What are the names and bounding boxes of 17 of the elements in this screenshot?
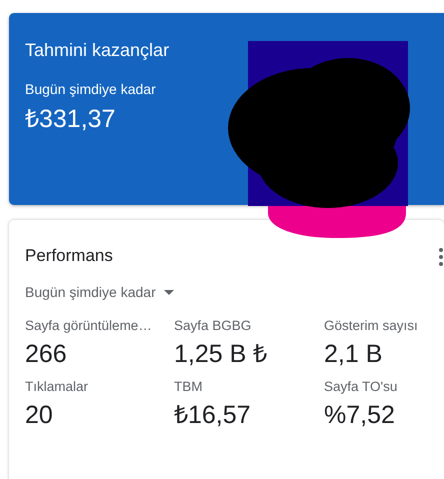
earnings-amount: ₺331,37 xyxy=(25,104,116,134)
card-title: Tahmini kazançlar xyxy=(25,39,170,61)
metric-value: 1,25 B ₺ xyxy=(174,339,268,370)
period-label: Bugün şimdiye kadar xyxy=(25,80,157,98)
metric-label: Tıklamalar xyxy=(25,378,90,396)
card-title: Performans xyxy=(25,245,113,267)
period-dropdown[interactable]: Bugün şimdiye kadar xyxy=(25,282,174,303)
metric-label: Sayfa BGBG xyxy=(174,317,252,335)
metric-value: %7,52 xyxy=(324,400,396,431)
metric-value: 266 xyxy=(25,339,68,370)
metric-label: Sayfa TO'su xyxy=(324,378,398,396)
metric-value: ₺16,57 xyxy=(174,400,252,431)
metric-label: TBM xyxy=(174,378,204,396)
metric-value: 20 xyxy=(25,400,54,431)
metric-label: Gösterim sayısı xyxy=(324,317,419,335)
metric-value: 2,1 B xyxy=(324,339,384,370)
metric-label: Sayfa görüntüleme… xyxy=(25,317,153,335)
